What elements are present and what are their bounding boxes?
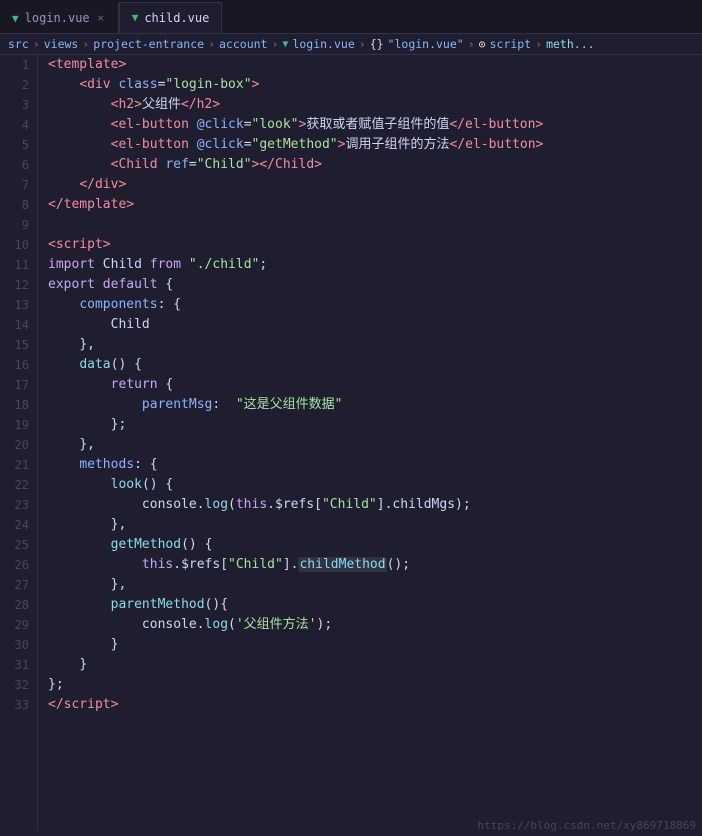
line-number-18: 18 (8, 395, 29, 415)
code-line-13: components: { (48, 295, 702, 315)
code-line-15: }, (48, 335, 702, 355)
code-line-20: }, (48, 435, 702, 455)
tab-close-login[interactable]: ✕ (96, 12, 106, 25)
line-number-6: 6 (8, 155, 29, 175)
code-line-1: <template> (48, 55, 702, 75)
code-line-23: console.log(this.$refs["Child"].childMgs… (48, 495, 702, 515)
code-line-27: }, (48, 575, 702, 595)
code-line-16: data() { (48, 355, 702, 375)
code-line-33: </script> (48, 695, 702, 715)
line-number-26: 26 (8, 555, 29, 575)
breadcrumb: src › views › project-entrance › account… (0, 34, 702, 55)
breadcrumb-script-icon: ⊙ (479, 37, 486, 51)
line-number-14: 14 (8, 315, 29, 335)
breadcrumb-account: account (219, 37, 267, 51)
line-number-25: 25 (8, 535, 29, 555)
breadcrumb-method: meth... (546, 37, 594, 51)
line-number-31: 31 (8, 655, 29, 675)
code-line-9 (48, 215, 702, 235)
line-number-32: 32 (8, 675, 29, 695)
code-line-5: <el-button @click="getMethod">调用子组件的方法</… (48, 135, 702, 155)
breadcrumb-src: src (8, 37, 29, 51)
vue-icon-child: ▼ (132, 11, 139, 24)
code-line-26: this.$refs["Child"].childMethod(); (48, 555, 702, 575)
line-number-11: 11 (8, 255, 29, 275)
line-number-2: 2 (8, 75, 29, 95)
line-number-24: 24 (8, 515, 29, 535)
line-number-12: 12 (8, 275, 29, 295)
code-line-18: parentMsg: "这是父组件数据" (48, 395, 702, 415)
line-number-17: 17 (8, 375, 29, 395)
breadcrumb-views: views (44, 37, 79, 51)
code-line-24: }, (48, 515, 702, 535)
vue-icon-login: ▼ (12, 12, 19, 25)
line-number-9: 9 (8, 215, 29, 235)
line-numbers: 1234567891011121314151617181920212223242… (0, 55, 38, 831)
line-number-15: 15 (8, 335, 29, 355)
tab-bar: ▼ login.vue ✕ ▼ child.vue (0, 0, 702, 34)
code-line-19: }; (48, 415, 702, 435)
line-number-16: 16 (8, 355, 29, 375)
line-number-8: 8 (8, 195, 29, 215)
breadcrumb-login-vue-str: "login.vue" (388, 37, 464, 51)
code-line-28: parentMethod(){ (48, 595, 702, 615)
code-line-32: }; (48, 675, 702, 695)
code-line-17: return { (48, 375, 702, 395)
tab-label-child: child.vue (144, 11, 209, 25)
line-number-5: 5 (8, 135, 29, 155)
code-line-2: <div class="login-box"> (48, 75, 702, 95)
breadcrumb-script: script (490, 37, 532, 51)
code-line-11: import Child from "./child"; (48, 255, 702, 275)
tab-child-vue[interactable]: ▼ child.vue (119, 2, 223, 33)
line-number-28: 28 (8, 595, 29, 615)
line-number-22: 22 (8, 475, 29, 495)
line-number-4: 4 (8, 115, 29, 135)
code-line-31: } (48, 655, 702, 675)
code-lines: <template> <div class="login-box"> <h2>父… (38, 55, 702, 831)
tab-label-login: login.vue (25, 11, 90, 25)
code-line-30: } (48, 635, 702, 655)
code-line-12: export default { (48, 275, 702, 295)
code-line-22: look() { (48, 475, 702, 495)
line-number-3: 3 (8, 95, 29, 115)
code-line-29: console.log('父组件方法'); (48, 615, 702, 635)
line-number-19: 19 (8, 415, 29, 435)
line-number-7: 7 (8, 175, 29, 195)
tab-login-vue[interactable]: ▼ login.vue ✕ (0, 3, 119, 33)
code-line-3: <h2>父组件</h2> (48, 95, 702, 115)
line-number-1: 1 (8, 55, 29, 75)
line-number-30: 30 (8, 635, 29, 655)
breadcrumb-login-vue: login.vue (292, 37, 354, 51)
code-line-7: </div> (48, 175, 702, 195)
breadcrumb-bracket: {} (370, 37, 384, 51)
code-line-10: <script> (48, 235, 702, 255)
code-line-4: <el-button @click="look">获取或者赋值子组件的值</el… (48, 115, 702, 135)
line-number-20: 20 (8, 435, 29, 455)
line-number-23: 23 (8, 495, 29, 515)
line-number-27: 27 (8, 575, 29, 595)
breadcrumb-vue-icon: ▼ (282, 39, 288, 50)
code-line-14: Child (48, 315, 702, 335)
code-line-6: <Child ref="Child"></Child> (48, 155, 702, 175)
line-number-29: 29 (8, 615, 29, 635)
code-line-21: methods: { (48, 455, 702, 475)
breadcrumb-project-entrance: project-entrance (93, 37, 204, 51)
line-number-21: 21 (8, 455, 29, 475)
line-number-13: 13 (8, 295, 29, 315)
line-number-33: 33 (8, 695, 29, 715)
code-line-25: getMethod() { (48, 535, 702, 555)
code-area: 1234567891011121314151617181920212223242… (0, 55, 702, 831)
line-number-10: 10 (8, 235, 29, 255)
code-line-8: </template> (48, 195, 702, 215)
